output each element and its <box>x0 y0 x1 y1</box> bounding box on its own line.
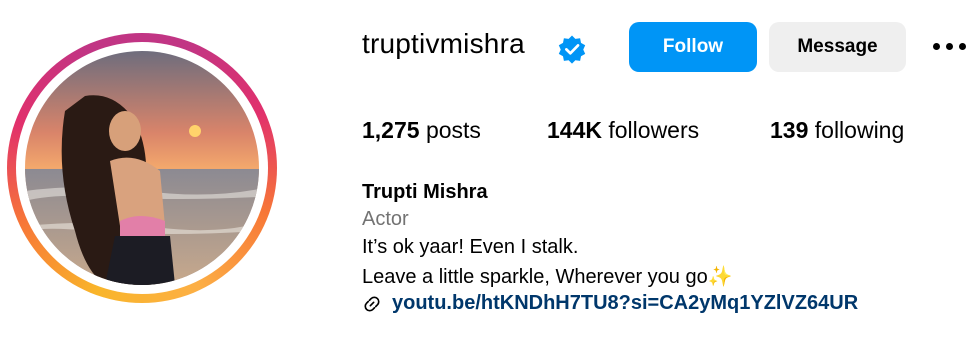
stat-posts: 1,275 posts <box>362 117 481 144</box>
profile-link-row[interactable]: youtu.be/htKNDhH7TU8?si=CA2yMq1YZlVZ64UR <box>362 292 858 315</box>
story-ring[interactable] <box>7 33 277 303</box>
more-dot <box>933 42 940 50</box>
following-count: 139 <box>770 117 809 143</box>
followers-label: followers <box>608 117 700 143</box>
followers-count: 144K <box>547 117 602 143</box>
bio-line-2-text: Leave a little sparkle, Wherever you go <box>362 266 708 288</box>
stat-following[interactable]: 139 following <box>770 117 904 144</box>
avatar[interactable] <box>25 51 259 285</box>
more-options-icon[interactable] <box>933 36 969 56</box>
avatar-image <box>25 51 259 285</box>
profile-username: truptivmishra <box>362 28 525 59</box>
posts-label: posts <box>425 117 481 143</box>
posts-count: 1,275 <box>362 117 420 143</box>
stat-followers[interactable]: 144K followers <box>547 117 699 144</box>
more-dot <box>946 42 953 50</box>
verified-badge-icon <box>558 35 586 64</box>
bio-line-1: It’s ok yaar! Even I stalk. <box>362 236 579 258</box>
profile-category: Actor <box>362 208 409 230</box>
link-icon <box>364 295 380 312</box>
sparkle-emoji: ✨ <box>707 266 733 288</box>
bio-line-2: Leave a little sparkle, Wherever you go✨ <box>362 264 733 289</box>
profile-external-link[interactable]: youtu.be/htKNDhH7TU8?si=CA2yMq1YZlVZ64UR <box>392 292 858 315</box>
follow-button[interactable]: Follow <box>629 22 757 72</box>
profile-full-name: Trupti Mishra <box>362 181 488 203</box>
avatar-gap <box>16 42 268 294</box>
following-label: following <box>814 117 905 143</box>
more-dot <box>959 42 966 50</box>
message-button[interactable]: Message <box>769 22 906 72</box>
